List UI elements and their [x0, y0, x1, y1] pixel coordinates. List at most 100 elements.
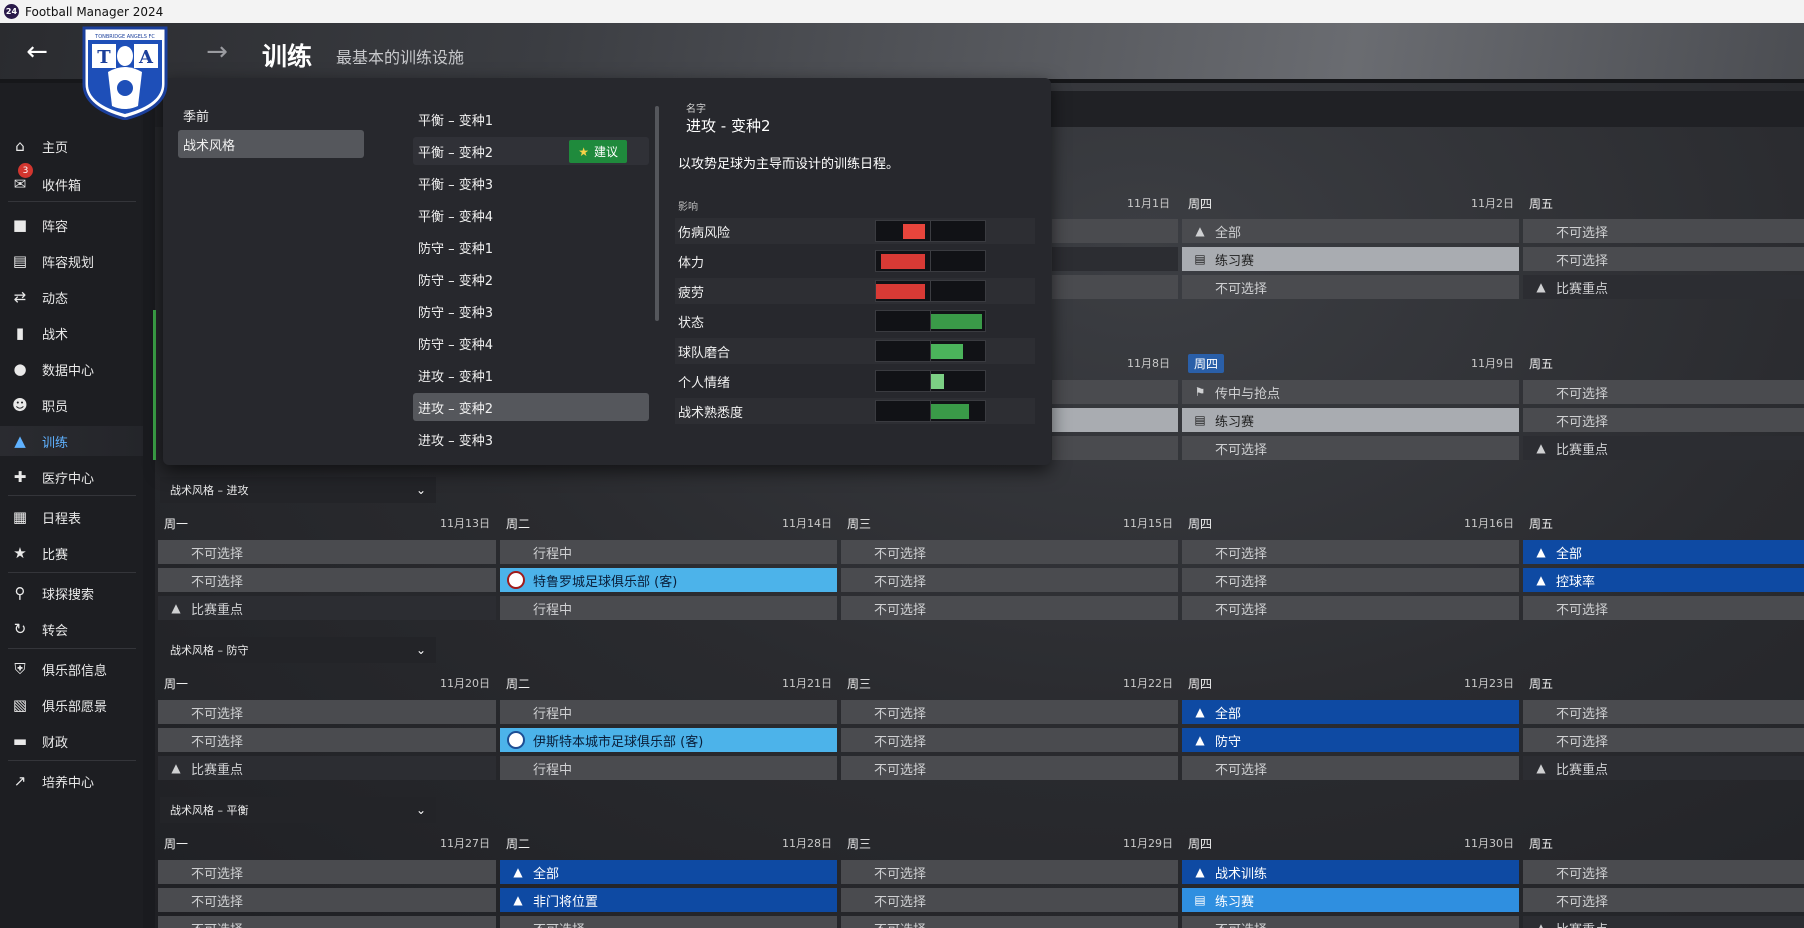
schedule-option[interactable]: 平衡 – 变种3 — [413, 169, 649, 197]
session-cell[interactable]: 不可选择 — [1523, 888, 1804, 912]
session-cell[interactable]: 不可选择 — [841, 596, 1178, 620]
sidebar-item-medical[interactable]: ✚ 医疗中心 — [0, 462, 143, 492]
schedule-option[interactable]: 防守 – 变种3 — [413, 297, 649, 325]
sidebar-item-tactics[interactable]: ▮ 战术 — [0, 318, 143, 348]
session-cell[interactable]: 不可选择 — [158, 888, 496, 912]
session-cell[interactable]: 不可选择 — [1523, 219, 1804, 243]
sidebar-item-dev-centre[interactable]: ↗ 培养中心 — [0, 766, 143, 796]
session-cell[interactable]: 不可选择 — [158, 916, 496, 928]
session-cell[interactable]: 不可选择 — [158, 700, 496, 724]
schedule-option[interactable]: 防守 – 变种4 — [413, 329, 649, 357]
session-cell[interactable]: 不可选择 — [841, 756, 1178, 780]
session-cell[interactable]: ⚑ 传中与抢点 — [1182, 380, 1519, 404]
session-cell[interactable]: ▲ 全部 — [500, 860, 837, 884]
sidebar-item-training[interactable]: ▲ 训练 — [0, 426, 143, 456]
session-cell[interactable]: 不可选择 — [1523, 247, 1804, 271]
schedule-option-selected[interactable]: 进攻 – 变种2 — [413, 393, 649, 421]
club-badge-logo[interactable]: TONBRIDGE ANGELS FC T A — [78, 24, 172, 120]
session-cell[interactable]: ▲ 全部 — [1182, 219, 1519, 243]
sidebar-item-inbox[interactable]: ✉ 收件箱 3 — [0, 163, 143, 199]
session-cell[interactable]: ▲ 控球率 — [1523, 568, 1804, 592]
sidebar-item-home[interactable]: ⌂ 主页 — [0, 131, 143, 161]
sidebar-item-competitions[interactable]: ★ 比赛 — [0, 538, 143, 568]
session-cell[interactable] — [1052, 247, 1178, 271]
schedule-option[interactable]: 平衡 – 变种1 — [413, 105, 649, 133]
session-cell[interactable]: 不可选择 — [841, 568, 1178, 592]
session-cell[interactable]: ▲比赛重点 — [1523, 275, 1804, 299]
category-preseason[interactable]: 季前 — [178, 101, 364, 129]
session-cell[interactable]: ▲比赛重点 — [1523, 756, 1804, 780]
week-schedule-dropdown[interactable]: 战术风格 – 平衡 ⌄ — [160, 797, 436, 823]
schedule-option[interactable]: 防守 – 变种1 — [413, 233, 649, 261]
schedule-option[interactable]: 防守 – 变种2 — [413, 265, 649, 293]
schedule-option[interactable]: 进攻 – 变种3 — [413, 425, 649, 453]
week-schedule-dropdown[interactable]: 战术风格 – 进攻 ⌄ — [160, 477, 436, 503]
category-tactical-style[interactable]: 战术风格 — [178, 130, 364, 158]
session-cell[interactable]: 不可选择 — [1182, 540, 1519, 564]
session-cell[interactable]: ▲ 战术训练 — [1182, 860, 1519, 884]
session-cell[interactable]: ▲ 全部 — [1182, 700, 1519, 724]
session-cell[interactable] — [1052, 408, 1178, 432]
sidebar-item-squad-planner[interactable]: ▤ 阵容规划 — [0, 246, 143, 276]
session-cell[interactable]: 不可选择 — [841, 540, 1178, 564]
session-cell[interactable] — [1052, 436, 1178, 460]
session-cell[interactable]: ▲比赛重点 — [158, 596, 496, 620]
session-cell[interactable]: ▲比赛重点 — [1523, 916, 1804, 928]
schedule-option[interactable]: 进攻 – 变种1 — [413, 361, 649, 389]
session-cell[interactable] — [1052, 275, 1178, 299]
session-cell[interactable]: 不可选择 — [841, 916, 1178, 928]
session-cell[interactable]: 不可选择 — [1182, 436, 1519, 460]
session-cell[interactable]: 不可选择 — [158, 540, 496, 564]
sidebar-item-club-vision[interactable]: ▧ 俱乐部愿景 — [0, 690, 143, 720]
session-cell[interactable] — [1052, 219, 1178, 243]
session-cell[interactable]: ▤ 练习赛 — [1182, 408, 1519, 432]
session-cell[interactable]: 不可选择 — [841, 860, 1178, 884]
sidebar-item-club-info[interactable]: ⛨ 俱乐部信息 — [0, 654, 143, 684]
session-cell[interactable]: 不可选择 — [1523, 596, 1804, 620]
sidebar-item-schedule[interactable]: ▦ 日程表 — [0, 502, 143, 532]
session-cell[interactable]: ▲ 非门将位置 — [500, 888, 837, 912]
session-cell[interactable]: 不可选择 — [1182, 596, 1519, 620]
session-cell[interactable] — [1052, 380, 1178, 404]
session-cell[interactable]: ▤ 练习赛 — [1182, 247, 1519, 271]
session-cell[interactable]: ▲比赛重点 — [1523, 436, 1804, 460]
sidebar-item-scouting[interactable]: ⚲ 球探搜索 — [0, 578, 143, 608]
week-schedule-dropdown[interactable]: 战术风格 – 防守 ⌄ — [160, 637, 436, 663]
session-cell[interactable]: 不可选择 — [1182, 756, 1519, 780]
sidebar-item-squad[interactable]: ■ 阵容 — [0, 210, 143, 240]
sidebar-item-dynamics[interactable]: ⇄ 动态 — [0, 282, 143, 312]
session-cell[interactable]: 不可选择 — [1523, 728, 1804, 752]
session-cell[interactable]: 不可选择 — [158, 568, 496, 592]
sidebar-item-staff[interactable]: ☻ 职员 — [0, 390, 143, 420]
session-cell[interactable]: 不可选择 — [841, 728, 1178, 752]
session-cell[interactable]: ▲ 防守 — [1182, 728, 1519, 752]
session-cell[interactable]: 不可选择 — [1182, 916, 1519, 928]
forward-arrow-icon[interactable]: → — [202, 38, 232, 68]
sidebar-item-data-hub[interactable]: ● 数据中心 — [0, 354, 143, 384]
session-cell[interactable]: 行程中 — [500, 700, 837, 724]
session-cell[interactable]: ▤ 练习赛 — [1182, 888, 1519, 912]
sidebar-item-transfers[interactable]: ↻ 转会 — [0, 614, 143, 644]
session-cell[interactable]: 行程中 — [500, 596, 837, 620]
session-cell[interactable]: 不可选择 — [1523, 380, 1804, 404]
session-cell[interactable]: 不可选择 — [1523, 860, 1804, 884]
session-cell[interactable]: 不可选择 — [841, 888, 1178, 912]
list-scrollbar[interactable] — [655, 106, 659, 321]
schedule-option[interactable]: 平衡 – 变种2 ★ 建议 — [413, 137, 649, 165]
session-cell[interactable]: 不可选择 — [500, 916, 837, 928]
session-cell[interactable]: 不可选择 — [1182, 275, 1519, 299]
session-cell[interactable]: ▲ 全部 — [1523, 540, 1804, 564]
session-cell[interactable]: 不可选择 — [158, 860, 496, 884]
session-cell[interactable]: 不可选择 — [158, 728, 496, 752]
session-cell[interactable]: 行程中 — [500, 756, 837, 780]
match-cell[interactable]: 特鲁罗城足球俱乐部 (客) — [500, 568, 837, 592]
session-cell[interactable]: 不可选择 — [841, 700, 1178, 724]
match-cell[interactable]: 伊斯特本城市足球俱乐部 (客) — [500, 728, 837, 752]
session-cell[interactable]: ▲比赛重点 — [158, 756, 496, 780]
back-arrow-icon[interactable]: ← — [22, 38, 52, 68]
session-cell[interactable]: 不可选择 — [1182, 568, 1519, 592]
session-cell[interactable]: 不可选择 — [1523, 408, 1804, 432]
schedule-option[interactable]: 平衡 – 变种4 — [413, 201, 649, 229]
session-cell[interactable]: 不可选择 — [1523, 700, 1804, 724]
sidebar-item-finances[interactable]: ▬ 财政 — [0, 726, 143, 756]
